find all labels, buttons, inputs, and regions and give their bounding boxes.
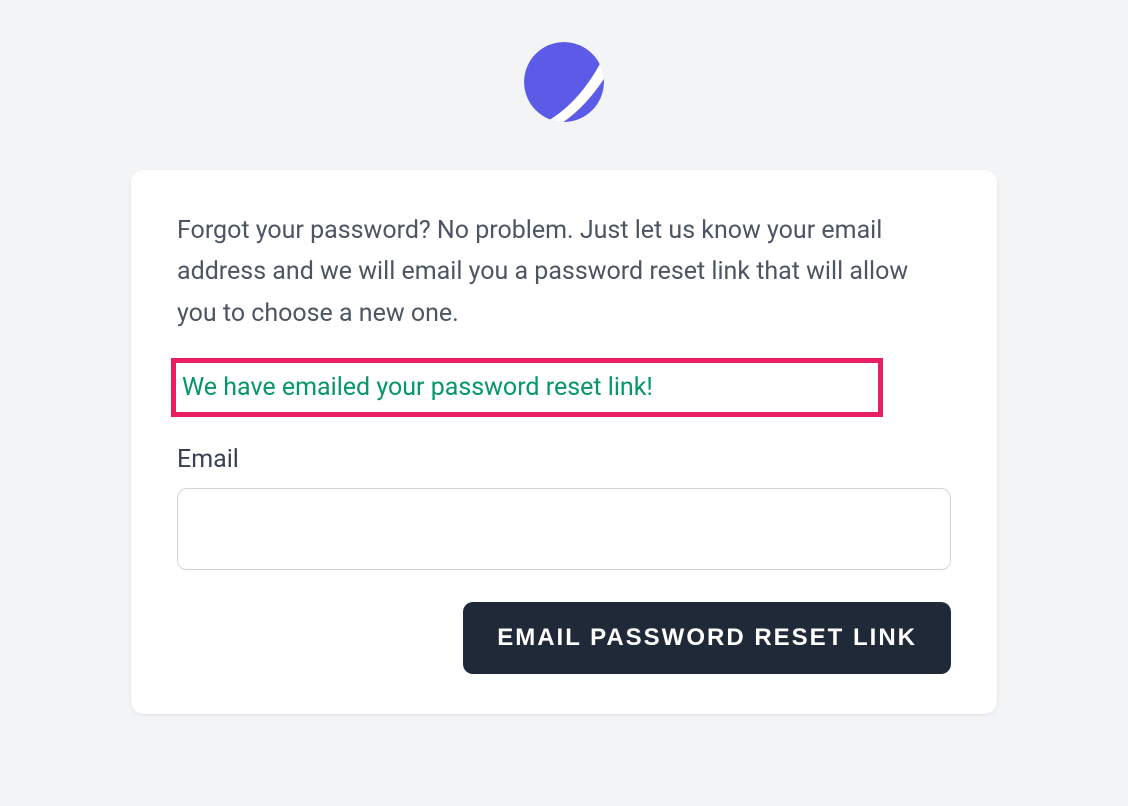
app-logo bbox=[524, 42, 604, 122]
email-form-group: Email bbox=[177, 445, 951, 570]
email-label: Email bbox=[177, 445, 951, 474]
forgot-password-card: Forgot your password? No problem. Just l… bbox=[131, 170, 997, 714]
status-message-text: We have emailed your password reset link… bbox=[182, 373, 653, 402]
submit-button[interactable]: EMAIL PASSWORD RESET LINK bbox=[463, 602, 951, 674]
page-container: Forgot your password? No problem. Just l… bbox=[0, 0, 1128, 714]
email-input[interactable] bbox=[177, 488, 951, 570]
instruction-text: Forgot your password? No problem. Just l… bbox=[177, 210, 951, 334]
status-message-box: We have emailed your password reset link… bbox=[171, 358, 883, 417]
button-row: EMAIL PASSWORD RESET LINK bbox=[177, 602, 951, 674]
